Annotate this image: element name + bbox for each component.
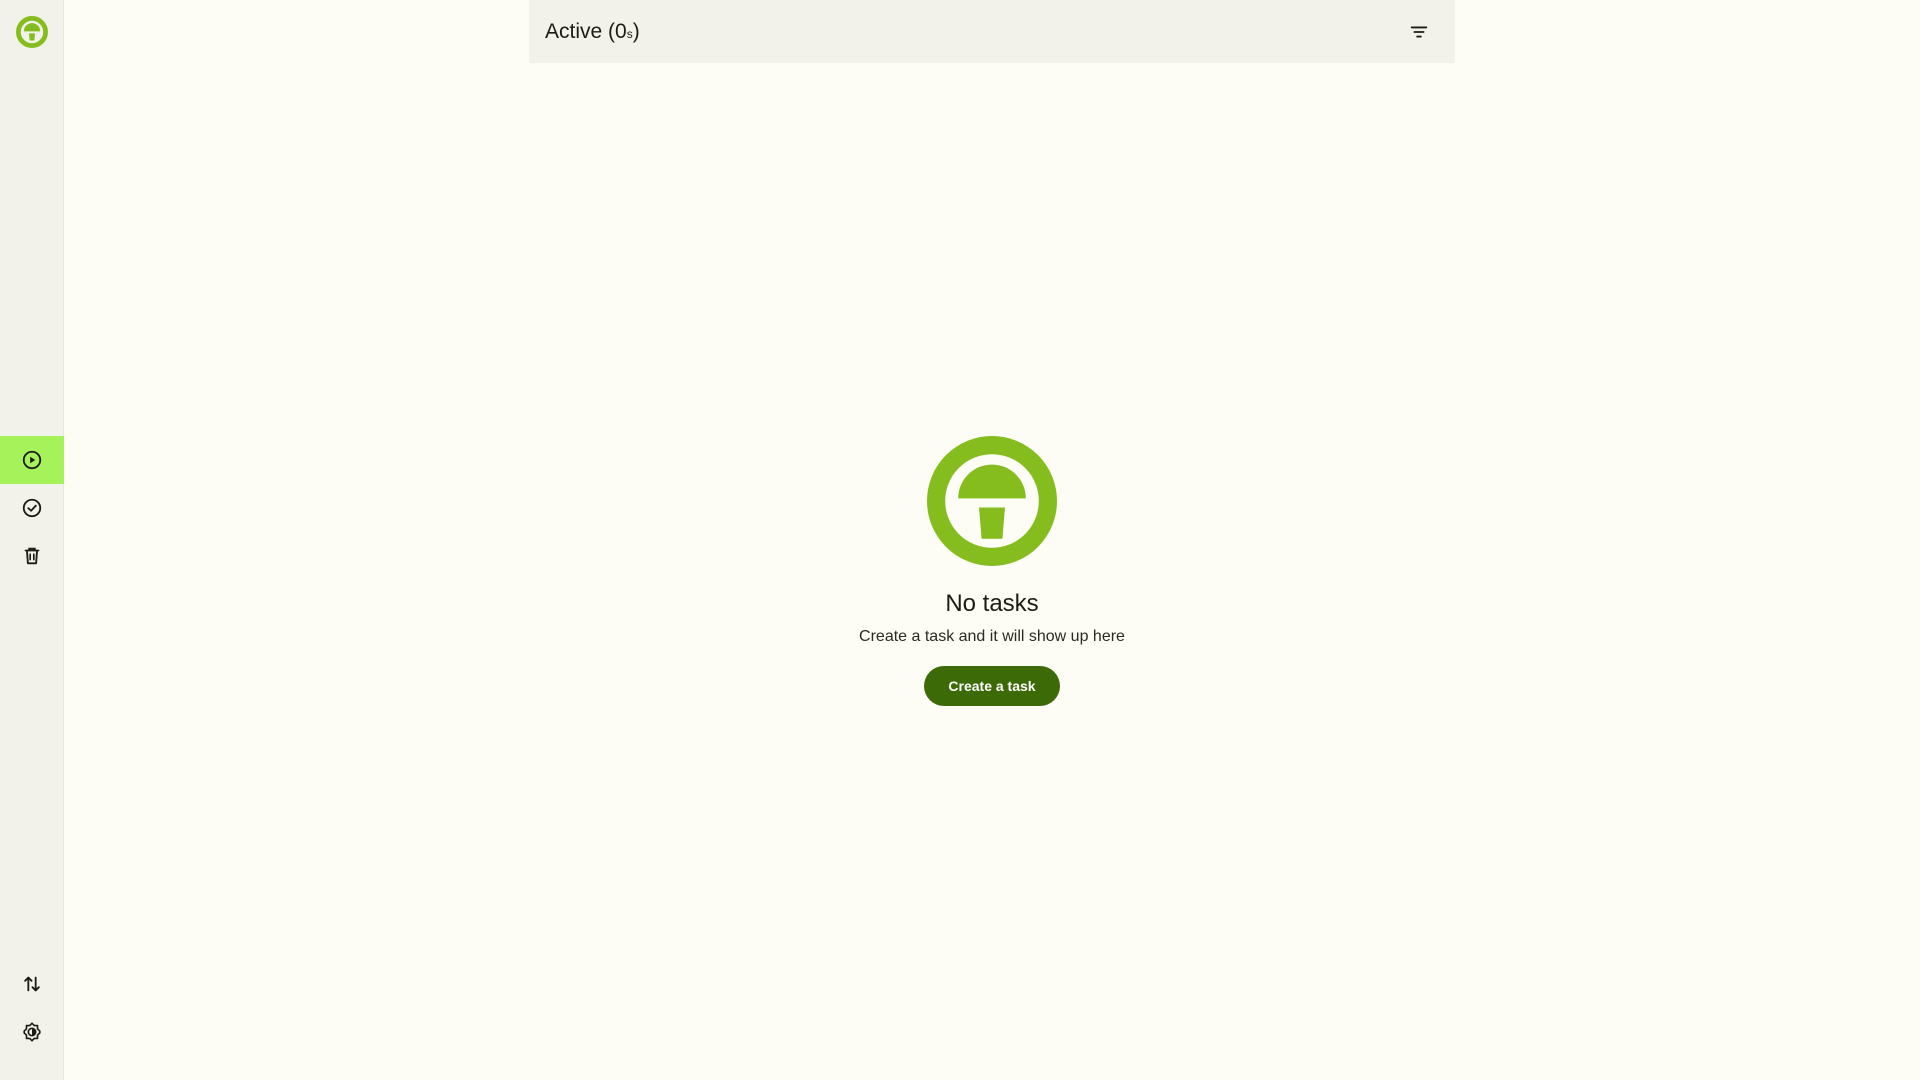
app-logo-icon[interactable] xyxy=(15,15,49,49)
sidebar-item-completed[interactable] xyxy=(0,484,64,532)
play-circle-icon xyxy=(22,450,42,470)
empty-state-title: No tasks xyxy=(945,590,1039,617)
sidebar xyxy=(0,0,64,1080)
page-header: Active (0s) xyxy=(529,0,1455,63)
sidebar-item-deleted[interactable] xyxy=(0,532,64,580)
sidebar-item-active[interactable] xyxy=(0,436,64,484)
page-title: Active (0s) xyxy=(545,20,1399,44)
sort-button[interactable] xyxy=(0,960,64,1008)
theme-settings-button[interactable] xyxy=(0,1008,64,1056)
empty-state: No tasks Create a task and it will show … xyxy=(64,436,1920,706)
page-title-close: ) xyxy=(632,19,640,43)
trash-icon xyxy=(24,547,40,565)
page-title-main: Active (0 xyxy=(545,19,627,43)
check-circle-icon xyxy=(22,498,42,518)
swap-vertical-icon xyxy=(24,976,40,992)
empty-state-subtitle: Create a task and it will show up here xyxy=(859,628,1125,645)
app-root: Active (0s) No tasks Create a task and i… xyxy=(0,0,1920,1080)
create-task-button[interactable]: Create a task xyxy=(924,666,1060,706)
filter-button[interactable] xyxy=(1399,12,1439,52)
empty-state-logo-icon xyxy=(927,436,1057,566)
brightness-gear-icon xyxy=(23,1022,41,1042)
filter-icon xyxy=(1410,25,1428,37)
